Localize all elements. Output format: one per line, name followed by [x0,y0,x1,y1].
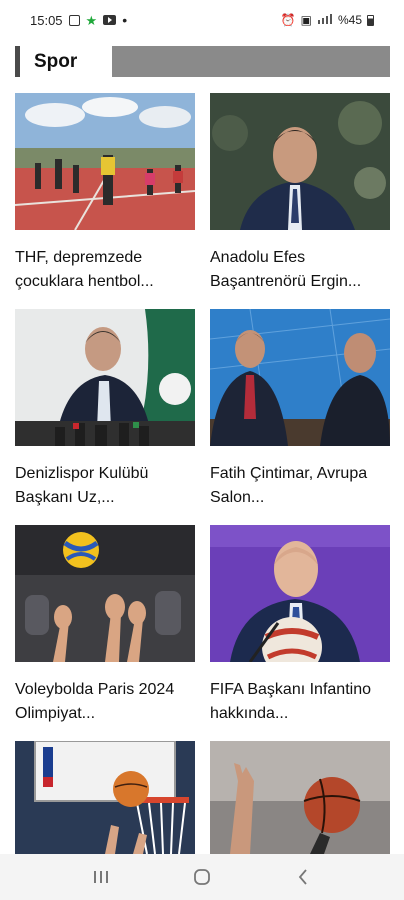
home-icon[interactable] [182,862,222,892]
status-bar: 15:05 ★ • ⏰ ▣ %45 [0,0,404,40]
vibrate-icon: ▣ [300,13,312,27]
section-divider-fill [112,46,390,77]
image-icon [68,14,80,26]
basketball-coach-portrait-photo[interactable] [210,93,390,230]
section-header: Spor [15,46,390,77]
signal-icon [317,13,333,27]
volleyball-players-blocking-photo[interactable] [15,525,195,662]
status-time: 15:05 [30,12,63,28]
basketball-players-hands-photo[interactable] [210,741,390,854]
article-card[interactable]: FIFA Başkanı Infantino hakkında... [210,525,390,726]
article-card[interactable]: Fatih Çintimar, Avrupa Salon... [210,309,390,510]
recent-apps-icon[interactable] [81,862,121,892]
children-playing-handball-court-photo[interactable] [15,93,195,230]
fifa-president-with-ball-photo[interactable] [210,525,390,662]
status-right: ⏰ ▣ %45 [281,13,374,27]
battery-icon [367,14,374,26]
navigation-bar [0,854,404,900]
article-card[interactable]: Voleybolda Paris 2024 Olimpiyat... [15,525,195,726]
back-icon[interactable] [283,862,323,892]
section-title: Spor [34,50,78,72]
star-icon: ★ [85,12,98,28]
youtube-icon [103,15,117,25]
article-title[interactable]: Voleybolda Paris 2024 Olimpiyat... [15,678,195,726]
basketball-hoop-photo[interactable] [15,741,195,854]
article-card[interactable]: Anadolu Efes Başantrenörü Ergin... [210,93,390,294]
tv-interview-studio-photo[interactable] [210,309,390,446]
article-title[interactable]: THF, depremzede çocuklara hentbol... [15,246,195,294]
alarm-icon: ⏰ [280,13,296,27]
article-title[interactable]: Denizlispor Kulübü Başkanı Uz,... [15,462,195,510]
dot-icon: • [122,12,128,28]
article-title[interactable]: FIFA Başkanı Infantino hakkında... [210,678,390,726]
status-left: 15:05 ★ • [30,12,127,28]
club-president-press-conference-photo[interactable] [15,309,195,446]
article-title[interactable]: Anadolu Efes Başantrenörü Ergin... [210,246,390,294]
battery-percent: %45 [337,13,362,27]
article-card[interactable]: Denizlispor Kulübü Başkanı Uz,... [15,309,195,510]
article-card[interactable]: THF, depremzede çocuklara hentbol... [15,93,195,294]
article-title[interactable]: Fatih Çintimar, Avrupa Salon... [210,462,390,510]
